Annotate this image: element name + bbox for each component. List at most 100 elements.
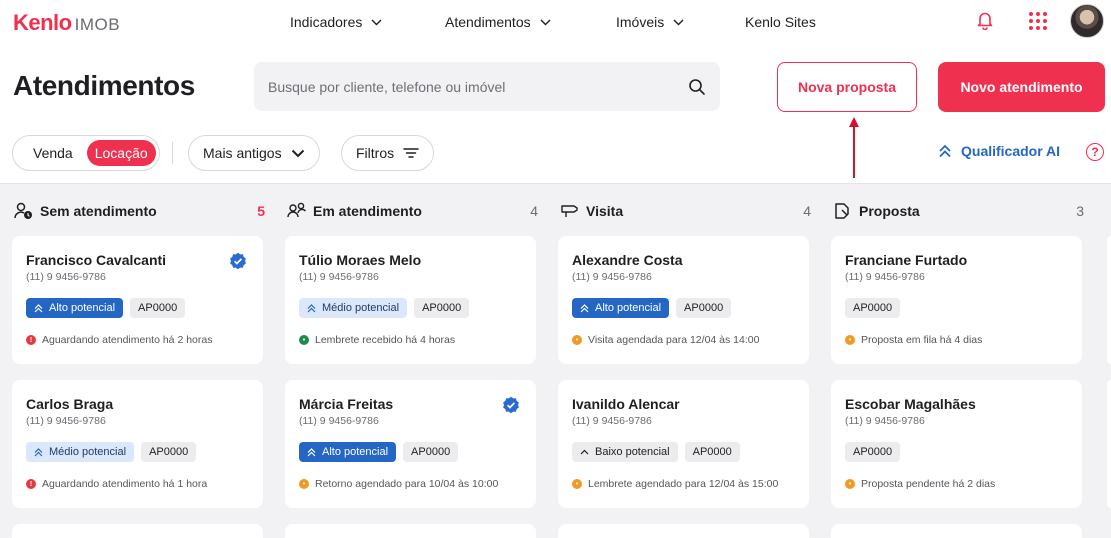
clock-dot-icon: • [299,479,309,489]
lead-status: • Retorno agendado para 10/04 às 10:00 [299,478,522,490]
lead-card[interactable]: Franciane Furtado (11) 9 9456-9786 AP000… [831,236,1082,364]
apps-grid-icon[interactable] [1029,12,1047,30]
potential-badge: Médio potencial [299,298,408,318]
lead-phone: (11) 9 9456-9786 [26,271,106,283]
nav-imoveis[interactable]: Imóveis [616,14,684,30]
double-chevron-up-icon [34,447,43,456]
kenlo-logo[interactable]: Kenlo IMOB [13,10,120,36]
column-title: Proposta [859,203,920,219]
visit-icon [561,205,578,217]
lead-phone: (11) 9 9456-9786 [572,271,652,283]
lead-card[interactable] [831,524,1082,538]
logo-product: IMOB [74,15,121,34]
column-header: Em atendimento 4 [287,202,538,220]
column-title: Visita [586,203,624,219]
toggle-locacao[interactable]: Locação [86,140,156,166]
toggle-venda[interactable]: Venda [25,140,81,166]
column-title: Sem atendimento [40,203,157,219]
sort-dropdown[interactable]: Mais antigos [188,135,320,171]
chevron-down-icon [291,149,304,157]
nav-label: Kenlo Sites [745,14,816,30]
page-title: Atendimentos [13,70,195,101]
lead-card[interactable]: Escobar Magalhães (11) 9 9456-9786 AP000… [831,380,1082,508]
sort-label: Mais antigos [203,145,282,161]
verified-badge-icon [230,252,246,270]
lead-name: Alexandre Costa [572,252,683,268]
column-header: Visita 4 [560,202,811,220]
chevron-down-icon [540,19,551,25]
property-code-badge: AP0000 [676,298,732,318]
new-service-button[interactable]: Novo atendimento [938,62,1105,112]
status-text: Retorno agendado para 10/04 às 10:00 [315,478,499,490]
lead-name: Márcia Freitas [299,396,394,412]
lead-phone: (11) 9 9456-9786 [572,415,652,427]
top-navbar: Kenlo IMOB Indicadores Atendimentos Imóv… [0,0,1111,46]
status-text: Aguardando atendimento há 2 horas [42,334,213,346]
chevron-down-icon [371,19,382,25]
double-chevron-up-icon [307,447,316,456]
potential-label: Médio potencial [322,302,400,314]
kanban-board: Sem atendimento 5 Francisco Cavalcanti (… [0,183,1111,538]
column-count: 3 [1076,203,1084,219]
alert-dot-icon: ! [26,335,36,345]
deal-type-toggle: Venda Locação [12,135,160,171]
column-count: 5 [257,203,265,219]
status-text: Proposta em fila há 4 dias [861,334,983,346]
nav-kenlo-sites[interactable]: Kenlo Sites [745,14,816,30]
lead-name: Túlio Moraes Melo [299,252,422,268]
search-icon[interactable] [688,78,706,96]
new-proposal-button[interactable]: Nova proposta [777,62,917,112]
help-icon[interactable]: ? [1086,143,1104,161]
person-clock-icon [14,202,32,219]
lead-badges: Médio potencial AP0000 [299,298,522,318]
property-code-badge: AP0000 [684,442,740,462]
double-chevron-up-icon [34,303,43,312]
lead-card[interactable]: Ivanildo Alencar (11) 9 9456-9786 Baixo … [558,380,809,508]
lead-badges: Baixo potencial AP0000 [572,442,795,462]
potential-badge: Alto potencial [26,298,124,318]
column-header: Sem atendimento 5 [14,202,265,220]
lead-badges: AP0000 [845,442,1068,462]
status-text: Aguardando atendimento há 1 hora [42,478,208,490]
lead-card[interactable] [558,524,809,538]
column-header: Proposta 3 [833,202,1084,220]
filters-label: Filtros [356,145,395,161]
lead-phone: (11) 9 9456-9786 [26,415,106,427]
nav-label: Atendimentos [445,14,531,30]
ai-qualifier-label: Qualificador AI [961,143,1061,159]
potential-label: Alto potencial [322,446,389,458]
lead-badges: Alto potencial AP0000 [299,442,522,462]
nav-indicadores[interactable]: Indicadores [290,14,382,30]
lead-card[interactable]: Carlos Braga (11) 9 9456-9786 Médio pote… [12,380,263,508]
next-column-card-edge [1107,380,1111,508]
lead-status: • Visita agendada para 12/04 às 14:00 [572,334,795,346]
lead-card[interactable]: Túlio Moraes Melo (11) 9 9456-9786 Médio… [285,236,536,364]
potential-label: Alto potencial [49,302,116,314]
lead-status: • Lembrete agendado para 12/04 às 15:00 [572,478,795,490]
logo-brand: Kenlo [13,10,72,35]
nav-atendimentos[interactable]: Atendimentos [445,14,551,30]
clock-dot-icon: • [572,335,582,345]
people-icon [287,202,307,218]
potential-badge: Baixo potencial [572,442,678,462]
lead-card[interactable]: Alexandre Costa (11) 9 9456-9786 Alto po… [558,236,809,364]
filter-lines-icon [403,148,419,158]
ai-qualifier-link[interactable]: Qualificador AI [938,143,1060,159]
filters-button[interactable]: Filtros [341,135,435,171]
user-avatar[interactable] [1070,4,1104,38]
lead-card[interactable]: Márcia Freitas (11) 9 9456-9786 Alto pot… [285,380,536,508]
lead-status: • Proposta pendente há 2 dias [845,478,1068,490]
chevron-down-icon [673,19,684,25]
search-input[interactable] [268,78,688,95]
property-code-badge: AP0000 [141,442,197,462]
lead-card[interactable]: Francisco Cavalcanti (11) 9 9456-9786 Al… [12,236,263,364]
lead-card[interactable] [12,524,263,538]
lead-card[interactable] [285,524,536,538]
lead-name: Ivanildo Alencar [572,396,680,412]
lead-status: • Proposta em fila há 4 dias [845,334,1068,346]
lead-status: • Lembrete recebido há 4 horas [299,334,522,346]
status-text: Lembrete agendado para 12/04 às 15:00 [588,478,779,490]
verified-badge-icon [503,396,519,414]
search-bar[interactable] [254,62,720,111]
bell-icon[interactable] [976,10,994,30]
